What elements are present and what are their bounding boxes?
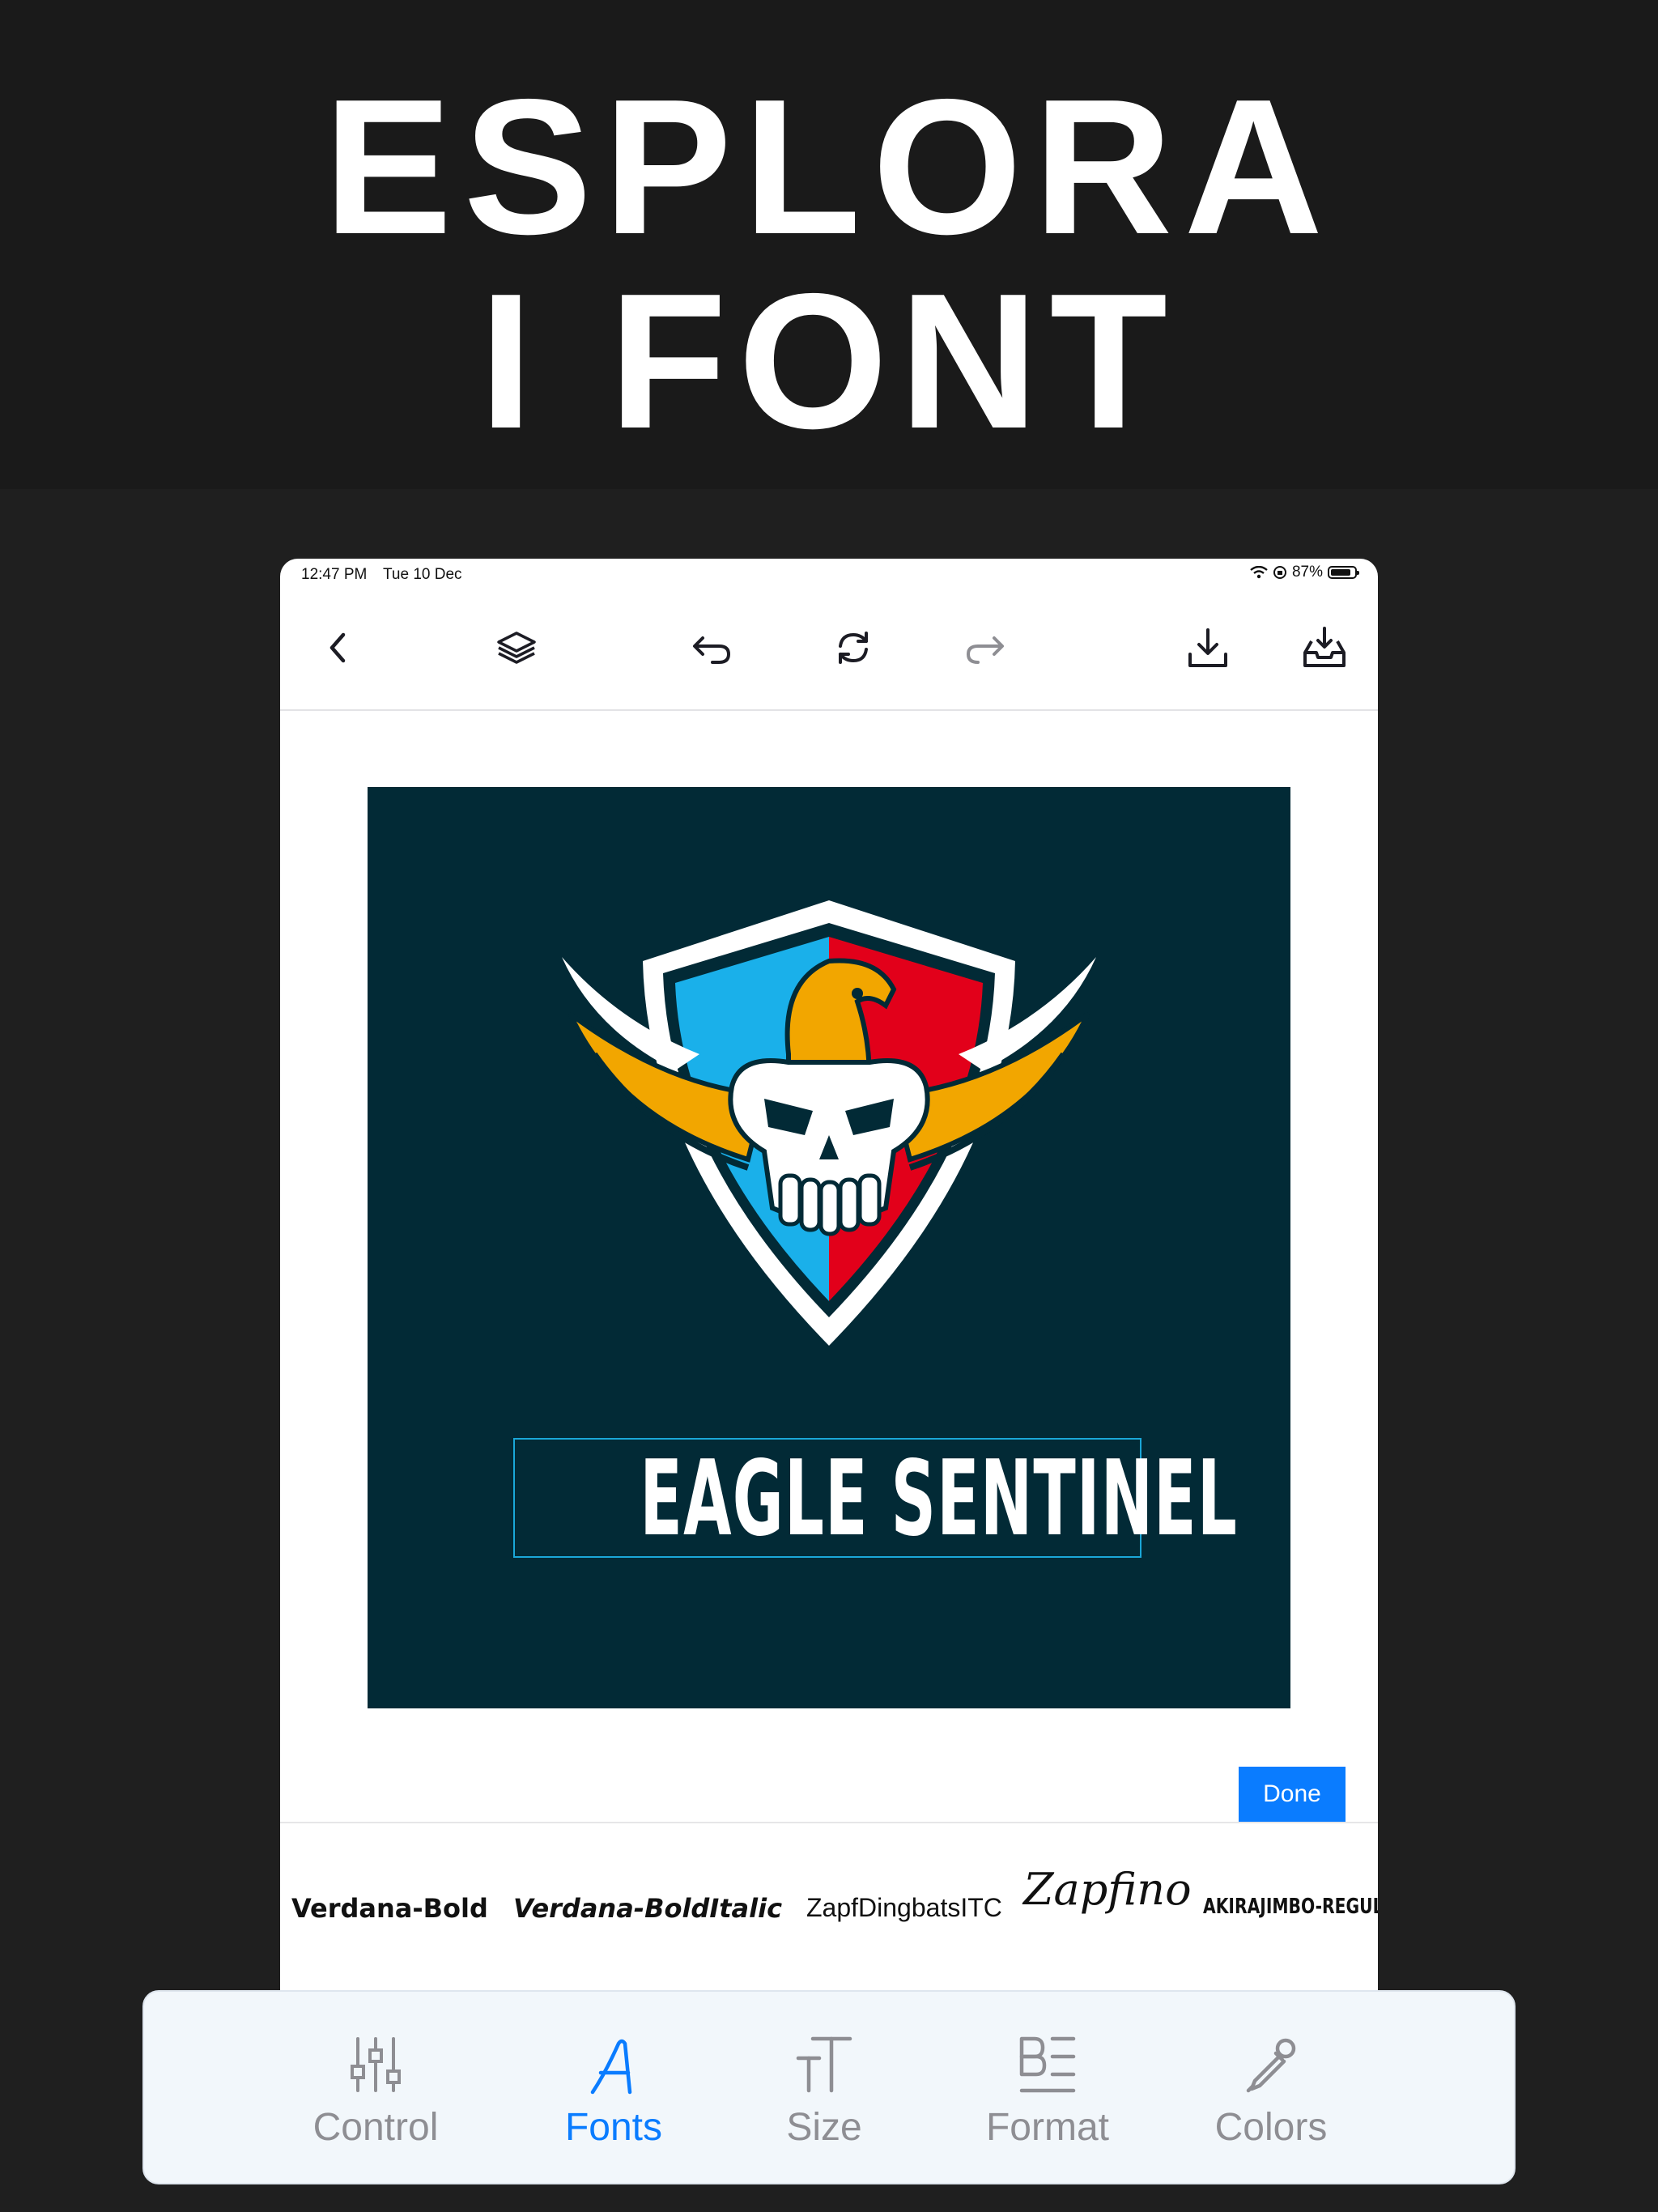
layers-icon xyxy=(497,632,536,664)
orientation-lock-icon xyxy=(1273,566,1286,579)
sliders-icon xyxy=(351,2037,401,2092)
app-screen: 12:47 PM Tue 10 Dec 87% EAGLE SENTINEL D… xyxy=(280,559,1378,2178)
save-to-tray-icon xyxy=(1303,627,1346,667)
battery-icon xyxy=(1328,566,1359,579)
layers-button[interactable] xyxy=(491,622,542,674)
logo-text[interactable]: EAGLE SENTINEL xyxy=(640,1443,1236,1556)
font-option[interactable]: Verdana-BoldItalic xyxy=(513,1893,782,1924)
eyedropper-icon xyxy=(1246,2038,1296,2093)
undo-icon xyxy=(693,636,731,664)
done-button[interactable]: Done xyxy=(1239,1767,1346,1822)
status-time: 12:47 PM xyxy=(301,566,368,583)
font-option[interactable]: ZapfDingbatsITC xyxy=(806,1893,1002,1923)
hero-title-line-1: ESPLORA xyxy=(323,60,1335,274)
status-indicators: 87% xyxy=(1250,564,1359,581)
selected-text-layer[interactable]: EAGLE SENTINEL xyxy=(513,1438,1237,1558)
back-icon xyxy=(329,632,346,663)
save-to-tray-button[interactable] xyxy=(1299,622,1350,674)
tab-colors-label: Colors xyxy=(1214,2106,1328,2149)
download-icon xyxy=(1188,628,1227,667)
wifi-icon xyxy=(1250,566,1268,579)
tab-fonts-label: Fonts xyxy=(564,2106,663,2149)
status-bar: 12:47 PM Tue 10 Dec 87% xyxy=(280,559,1378,591)
hero-banner: ESPLORA I FONT xyxy=(0,0,1658,489)
download-button[interactable] xyxy=(1182,622,1234,674)
refresh-icon xyxy=(839,632,868,664)
tab-size-label: Size xyxy=(786,2106,862,2149)
redo-button[interactable] xyxy=(960,622,1012,674)
font-icon xyxy=(590,2039,632,2095)
font-strip-divider xyxy=(280,1822,1378,1823)
tab-control[interactable]: Control xyxy=(278,2032,473,2162)
hero-title-line-2: I FONT xyxy=(478,254,1179,469)
tab-format-label: Format xyxy=(985,2106,1109,2149)
font-option[interactable]: Verdana-Bold xyxy=(291,1893,488,1924)
tab-size[interactable]: Size xyxy=(727,2032,921,2162)
editor-toolbar xyxy=(280,591,1378,711)
tab-fonts[interactable]: Fonts xyxy=(517,2032,711,2162)
battery-percent: 87% xyxy=(1291,564,1323,581)
design-canvas[interactable]: EAGLE SENTINEL xyxy=(368,787,1290,1708)
font-option[interactable]: AKIRAJIMBO-REGULAR xyxy=(1203,1895,1378,1919)
tab-control-label: Control xyxy=(312,2106,439,2149)
font-picker-strip[interactable]: Verdana-Bold Verdana-BoldItalic ZapfDing… xyxy=(280,1854,1378,1992)
tab-colors[interactable]: Colors xyxy=(1174,2032,1368,2162)
back-button[interactable] xyxy=(312,622,364,674)
font-option[interactable]: Zapfino xyxy=(1023,1864,1192,1915)
redo-icon xyxy=(966,636,1004,664)
bottom-tab-bar: Control Fonts Size Format Colors xyxy=(142,1990,1516,2184)
tab-format[interactable]: Format xyxy=(950,2032,1145,2162)
eagle-shield-logo[interactable] xyxy=(546,892,1112,1370)
status-date: Tue 10 Dec xyxy=(383,566,462,583)
refresh-button[interactable] xyxy=(827,622,879,674)
format-icon xyxy=(1019,2036,1076,2093)
text-size-icon xyxy=(796,2036,852,2093)
undo-button[interactable] xyxy=(685,622,737,674)
